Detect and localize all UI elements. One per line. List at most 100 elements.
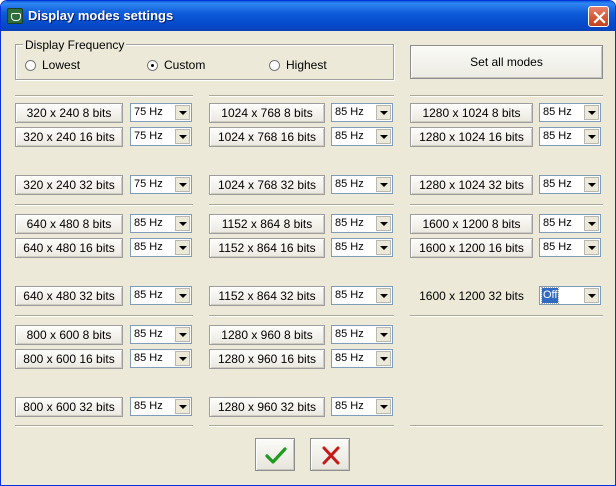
refresh-select-value: 85 Hz — [134, 217, 163, 229]
chevron-down-icon[interactable] — [376, 105, 391, 120]
mode-button-320x240-16[interactable]: 320 x 240 16 bits — [15, 127, 123, 147]
refresh-select-1280x960-8[interactable]: 85 Hz — [331, 325, 393, 344]
refresh-select-800x600-16[interactable]: 85 Hz — [130, 349, 192, 368]
separator — [410, 315, 603, 317]
refresh-select-1600x1200-32[interactable]: Off — [539, 286, 601, 305]
radio-highest-label: Highest — [286, 58, 327, 72]
chevron-down-icon[interactable] — [584, 288, 599, 303]
refresh-select-value: 85 Hz — [134, 241, 163, 253]
refresh-select-1024x768-16[interactable]: 85 Hz — [331, 127, 393, 146]
mode-button-1024x768-32[interactable]: 1024 x 768 32 bits — [209, 175, 325, 195]
chevron-down-icon[interactable] — [584, 129, 599, 144]
mode-button-1152x864-32[interactable]: 1152 x 864 32 bits — [209, 286, 325, 306]
refresh-select-value: 85 Hz — [335, 106, 364, 118]
mode-button-1600x1200-16[interactable]: 1600 x 1200 16 bits — [410, 238, 533, 258]
chevron-down-icon[interactable] — [584, 105, 599, 120]
mode-button-1280x960-16[interactable]: 1280 x 960 16 bits — [209, 349, 325, 369]
chevron-down-icon[interactable] — [376, 351, 391, 366]
mode-button-640x480-32[interactable]: 640 x 480 32 bits — [15, 286, 123, 306]
close-icon — [593, 11, 606, 24]
ok-button[interactable] — [255, 438, 295, 471]
chevron-down-icon[interactable] — [584, 177, 599, 192]
refresh-select-1600x1200-16[interactable]: 85 Hz — [539, 238, 601, 257]
mode-button-1024x768-8[interactable]: 1024 x 768 8 bits — [209, 103, 325, 123]
chevron-down-icon[interactable] — [175, 327, 190, 342]
mode-button-640x480-8[interactable]: 640 x 480 8 bits — [15, 214, 123, 234]
refresh-select-value: 75 Hz — [134, 106, 163, 118]
radio-lowest[interactable]: Lowest — [25, 58, 80, 72]
refresh-select-value: 85 Hz — [543, 106, 572, 118]
mode-button-1024x768-16[interactable]: 1024 x 768 16 bits — [209, 127, 325, 147]
mode-button-1600x1200-8[interactable]: 1600 x 1200 8 bits — [410, 214, 533, 234]
close-x-icon — [322, 446, 340, 465]
chevron-down-icon[interactable] — [584, 240, 599, 255]
refresh-select-1152x864-8[interactable]: 85 Hz — [331, 214, 393, 233]
chevron-down-icon[interactable] — [175, 129, 190, 144]
refresh-select-1280x960-32[interactable]: 85 Hz — [331, 397, 393, 416]
mode-button-1152x864-8[interactable]: 1152 x 864 8 bits — [209, 214, 325, 234]
refresh-select-1280x1024-32[interactable]: 85 Hz — [539, 175, 601, 194]
chevron-down-icon[interactable] — [376, 177, 391, 192]
chevron-down-icon[interactable] — [175, 351, 190, 366]
refresh-select-value: 85 Hz — [335, 130, 364, 142]
display-frequency-legend: Display Frequency — [23, 38, 127, 52]
refresh-select-320x240-8[interactable]: 75 Hz — [130, 103, 192, 122]
radio-custom[interactable]: Custom — [147, 58, 205, 72]
mode-button-800x600-8[interactable]: 800 x 600 8 bits — [15, 325, 123, 345]
refresh-select-640x480-16[interactable]: 85 Hz — [130, 238, 192, 257]
chevron-down-icon[interactable] — [376, 288, 391, 303]
chevron-down-icon[interactable] — [175, 288, 190, 303]
refresh-select-320x240-16[interactable]: 75 Hz — [130, 127, 192, 146]
refresh-select-1024x768-32[interactable]: 85 Hz — [331, 175, 393, 194]
chevron-down-icon[interactable] — [175, 105, 190, 120]
refresh-select-value: 85 Hz — [335, 328, 364, 340]
chevron-down-icon[interactable] — [376, 399, 391, 414]
mode-button-320x240-8[interactable]: 320 x 240 8 bits — [15, 103, 123, 123]
refresh-select-800x600-8[interactable]: 85 Hz — [130, 325, 192, 344]
refresh-select-1600x1200-8[interactable]: 85 Hz — [539, 214, 601, 233]
chevron-down-icon[interactable] — [175, 399, 190, 414]
mode-button-320x240-32[interactable]: 320 x 240 32 bits — [15, 175, 123, 195]
mode-button-1280x1024-32[interactable]: 1280 x 1024 32 bits — [410, 175, 533, 195]
separator — [15, 425, 193, 427]
chevron-down-icon[interactable] — [376, 216, 391, 231]
chevron-down-icon[interactable] — [376, 327, 391, 342]
refresh-select-800x600-32[interactable]: 85 Hz — [130, 397, 192, 416]
window-close-button[interactable] — [588, 6, 609, 27]
refresh-select-640x480-32[interactable]: 85 Hz — [130, 286, 192, 305]
chevron-down-icon[interactable] — [376, 240, 391, 255]
window-title: Display modes settings — [28, 8, 174, 23]
refresh-select-640x480-8[interactable]: 85 Hz — [130, 214, 192, 233]
refresh-select-1280x960-16[interactable]: 85 Hz — [331, 349, 393, 368]
mode-button-1280x1024-16[interactable]: 1280 x 1024 16 bits — [410, 127, 533, 147]
refresh-select-value: 85 Hz — [134, 400, 163, 412]
separator — [209, 425, 394, 427]
refresh-select-value: 85 Hz — [335, 352, 364, 364]
chevron-down-icon[interactable] — [175, 177, 190, 192]
refresh-select-320x240-32[interactable]: 75 Hz — [130, 175, 192, 194]
separator — [15, 315, 193, 317]
chevron-down-icon[interactable] — [175, 240, 190, 255]
radio-highest[interactable]: Highest — [269, 58, 327, 72]
chevron-down-icon[interactable] — [175, 216, 190, 231]
refresh-select-value: 85 Hz — [335, 400, 364, 412]
mode-button-1280x1024-8[interactable]: 1280 x 1024 8 bits — [410, 103, 533, 123]
refresh-select-value: 85 Hz — [335, 178, 364, 190]
mode-button-800x600-16[interactable]: 800 x 600 16 bits — [15, 349, 123, 369]
mode-button-800x600-32[interactable]: 800 x 600 32 bits — [15, 397, 123, 417]
refresh-select-1280x1024-16[interactable]: 85 Hz — [539, 127, 601, 146]
mode-button-1280x960-32[interactable]: 1280 x 960 32 bits — [209, 397, 325, 417]
mode-button-640x480-16[interactable]: 640 x 480 16 bits — [15, 238, 123, 258]
refresh-select-1152x864-32[interactable]: 85 Hz — [331, 286, 393, 305]
refresh-select-1152x864-16[interactable]: 85 Hz — [331, 238, 393, 257]
chevron-down-icon[interactable] — [376, 129, 391, 144]
separator — [209, 315, 394, 317]
mode-button-1280x960-8[interactable]: 1280 x 960 8 bits — [209, 325, 325, 345]
mode-button-1152x864-16[interactable]: 1152 x 864 16 bits — [209, 238, 325, 258]
refresh-select-1280x1024-8[interactable]: 85 Hz — [539, 103, 601, 122]
set-all-modes-button[interactable]: Set all modes — [410, 45, 603, 79]
refresh-select-value: 75 Hz — [134, 178, 163, 190]
refresh-select-1024x768-8[interactable]: 85 Hz — [331, 103, 393, 122]
cancel-button[interactable] — [310, 438, 350, 471]
chevron-down-icon[interactable] — [584, 216, 599, 231]
